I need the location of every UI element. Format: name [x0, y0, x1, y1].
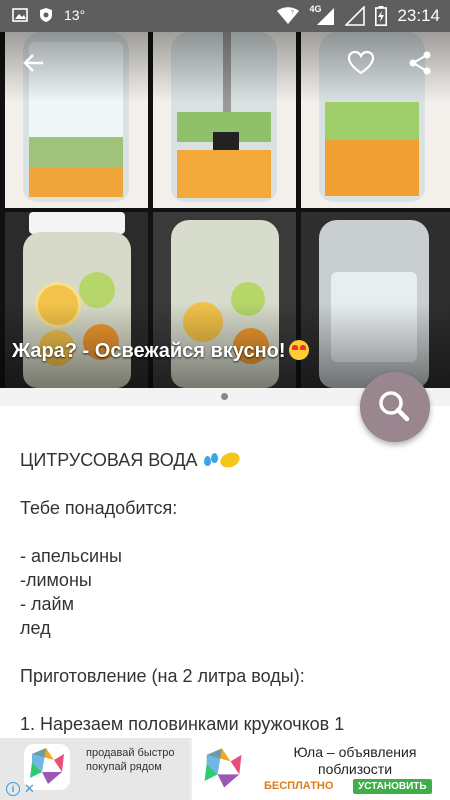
hero-caption-text: Жара? - Освежайся вкусно!	[12, 340, 286, 362]
signal-2-icon	[345, 6, 366, 26]
ad-title: Юла – объявления поблизости	[262, 744, 448, 778]
heart-icon	[347, 50, 375, 75]
lemon-emoji-icon	[217, 450, 242, 470]
ingredient-item: - лайм	[20, 594, 74, 614]
ad-tagline-line-2: покупай рядом	[86, 761, 162, 773]
search-icon	[379, 391, 410, 422]
ad-free-label: БЕСПЛАТНО	[264, 780, 334, 792]
water-drops-emoji-icon	[202, 453, 220, 467]
preparation-step: 1. Нарезаем половинками кружочков 1	[20, 714, 345, 734]
recipe-title-text: ЦИТРУСОВАЯ ВОДА	[20, 450, 198, 470]
ad-tagline-line-1: продавай быстро	[86, 747, 175, 759]
ad-install-button[interactable]: УСТАНОВИТЬ	[353, 779, 432, 794]
favorite-button[interactable]	[345, 50, 377, 82]
ad-left-panel[interactable]: продавай быстро покупай рядом i ✕	[0, 738, 190, 800]
youla-app-icon	[196, 744, 250, 794]
ad-title-line-1: Юла – объявления	[293, 744, 417, 760]
recipe-photo-collage[interactable]: Жара? - Освежайся вкусно!	[0, 32, 450, 388]
ad-right-panel[interactable]: Юла – объявления поблизости БЕСПЛАТНО УС…	[192, 738, 450, 800]
recipe-text: ЦИТРУСОВАЯ ВОДА Тебе понадобится: - апел…	[20, 448, 432, 736]
preparation-heading: Приготовление (на 2 литра воды):	[20, 666, 305, 686]
ad-info-icon[interactable]: i	[6, 782, 20, 796]
back-button[interactable]	[18, 50, 50, 82]
search-button[interactable]	[360, 372, 430, 442]
image-notification-icon	[12, 8, 28, 22]
ad-title-line-2: поблизости	[317, 761, 393, 777]
share-icon	[409, 51, 431, 75]
hero-gradient-overlay	[0, 32, 450, 388]
ad-close-icon[interactable]: ✕	[24, 782, 35, 796]
temperature-text: 13°	[64, 7, 86, 23]
heart-eyes-emoji-icon	[288, 340, 309, 360]
carousel-dot-active[interactable]	[221, 393, 228, 400]
recipe-title: ЦИТРУСОВАЯ ВОДА	[20, 448, 432, 472]
ingredient-item: лед	[20, 618, 51, 638]
status-bar: 13° ? 4G 23:14	[0, 0, 450, 32]
back-arrow-icon	[23, 54, 43, 72]
cellular-signal: 4G	[309, 4, 335, 26]
shield-notification-icon	[40, 8, 52, 22]
battery-icon	[375, 6, 388, 26]
ingredient-item: -лимоны	[20, 570, 92, 590]
clock-text: 23:14	[397, 6, 440, 25]
signal-icon	[317, 8, 335, 25]
ad-tagline: продавай быстро покупай рядом	[86, 746, 175, 774]
ad-banner[interactable]: продавай быстро покупай рядом i ✕ Юла – …	[0, 738, 450, 800]
ingredients-heading: Тебе понадобится:	[20, 498, 178, 518]
hero-caption: Жара? - Освежайся вкусно!	[12, 340, 309, 363]
wifi-icon: ?	[277, 7, 300, 24]
share-button[interactable]	[404, 50, 436, 82]
ingredient-item: - апельсины	[20, 546, 122, 566]
svg-text:?: ?	[291, 10, 294, 16]
